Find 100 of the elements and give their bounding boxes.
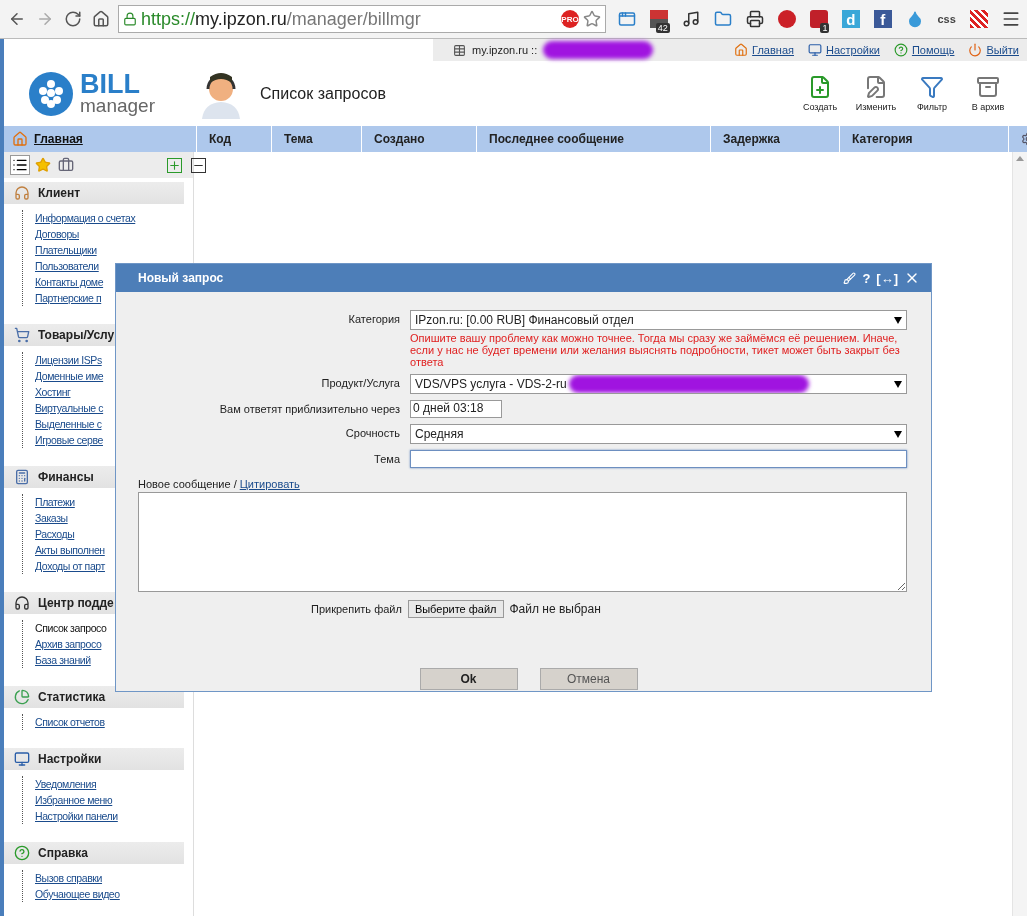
forward-arrow-icon (36, 10, 54, 28)
reload-icon (64, 10, 82, 28)
section-title: Центр подде (38, 596, 114, 610)
select-field[interactable]: VDS/VPS услуга - VDS-2-ru (410, 374, 907, 394)
folder-icon (714, 10, 733, 28)
cart-icon (14, 327, 30, 343)
toolbar-button[interactable]: Создать (795, 75, 845, 112)
menu-link[interactable]: Уведомления (23, 776, 193, 792)
home-icon (734, 43, 749, 57)
plus-icon (167, 157, 182, 173)
field-label: Категория (347, 312, 401, 327)
file-pen-icon (864, 75, 888, 99)
section-header[interactable]: Клиент (4, 182, 184, 204)
file-plus-icon (808, 75, 832, 99)
menu-link[interactable]: Договоры (23, 226, 193, 242)
column-header[interactable]: Создано (362, 126, 477, 152)
dropdown-caret-icon (894, 316, 902, 324)
address-bar[interactable]: https://my.ipzon.ru/manager/billmgr PRO (118, 5, 606, 33)
collapse-all-button[interactable] (191, 157, 206, 173)
dropdown-caret-icon (894, 380, 902, 388)
column-header[interactable]: Код (197, 126, 272, 152)
toolbar-button[interactable]: Фильтр (907, 75, 957, 112)
section-title: Настройки (38, 752, 102, 766)
letter-icon: f (873, 10, 892, 28)
power-icon (968, 43, 983, 57)
headset-icon (14, 595, 30, 611)
help-button[interactable]: ? (859, 270, 874, 286)
logo-text: BILL (80, 71, 141, 98)
minus-icon (191, 157, 206, 173)
briefcase-icon (58, 157, 74, 173)
section-title: Статистика (38, 690, 106, 704)
list-icon (12, 157, 28, 173)
attach-label: Прикрепить файл (311, 603, 402, 615)
top-link[interactable]: Главная (734, 43, 794, 57)
menu-link[interactable]: Плательщики (23, 242, 193, 258)
column-header[interactable]: Категория (840, 126, 1009, 152)
music-note-icon (682, 10, 701, 28)
top-link[interactable]: Помощь (893, 43, 955, 57)
subject-input[interactable] (410, 450, 907, 468)
menu-link[interactable]: Настройки панели (23, 808, 193, 824)
extension-button[interactable]: 42 (648, 5, 670, 33)
column-header[interactable]: Тема (272, 126, 362, 152)
file-status: Файл не выбран (509, 602, 601, 616)
section-title: Клиент (38, 186, 81, 200)
toolbar-button[interactable]: В архив (963, 75, 1013, 112)
menu-link[interactable]: Обучающее видео (23, 886, 193, 902)
printer-icon (746, 10, 765, 28)
home-icon (12, 131, 28, 147)
scrollbar[interactable] (1012, 152, 1027, 916)
dialog-title: Новый запрос (138, 271, 224, 285)
help-icon (893, 43, 908, 57)
field-label: Срочность (344, 426, 401, 441)
pie-chart-icon (14, 689, 30, 705)
response-time-field: 0 дней 03:18 (410, 400, 502, 418)
extension-button[interactable]: 1 (808, 5, 830, 33)
logo-icon (28, 70, 74, 117)
monitor-icon (808, 43, 822, 57)
column-header[interactable]: Задержка (711, 126, 840, 152)
stripes-icon (969, 10, 988, 28)
menu-link[interactable]: Вызов справки (23, 870, 193, 886)
dropdown-caret-icon (894, 430, 902, 438)
column-header[interactable]: Последнее сообщение (477, 126, 711, 152)
field-label: Вам ответят приблизительно через (218, 402, 401, 417)
menu-link[interactable]: Избранное меню (23, 792, 193, 808)
ok-button[interactable]: Ok (419, 668, 518, 690)
bookmark-star-icon[interactable] (583, 10, 601, 28)
expand-button[interactable]: [↔] (873, 270, 901, 286)
count-badge: 42 (655, 23, 670, 33)
scroll-up-icon (1016, 156, 1024, 161)
select-field[interactable]: Средняя (410, 424, 907, 444)
section-header[interactable]: Статистика (4, 686, 184, 708)
page-title: Список запросов (260, 84, 386, 103)
section-header[interactable]: Настройки (4, 748, 184, 770)
top-link[interactable]: Настройки (808, 43, 880, 57)
filter-icon (920, 75, 944, 99)
site-name: my.ipzon.ru :: (472, 44, 538, 56)
help-icon (14, 845, 30, 861)
quote-link[interactable]: Цитировать (239, 478, 300, 490)
top-link[interactable]: Выйти (968, 43, 1019, 57)
cancel-button[interactable]: Отмена (539, 668, 638, 690)
star-icon (35, 157, 51, 173)
brush-icon (843, 271, 857, 285)
letter-icon: d (841, 10, 860, 28)
extension-button[interactable]: css (936, 5, 958, 33)
section-title: Справка (38, 846, 88, 860)
menu-link[interactable]: Информация о счетах (23, 210, 193, 226)
expand-all-button[interactable] (167, 157, 182, 173)
extension-button[interactable]: f (872, 5, 894, 33)
choose-file-button[interactable]: Выберите файл (407, 600, 504, 618)
monitor-icon (14, 751, 30, 767)
window-icon (618, 10, 637, 28)
archive-icon (976, 75, 1000, 99)
section-header[interactable]: Справка (4, 842, 184, 864)
select-field[interactable]: IPzon.ru: [0.00 RUB] Финансовый отдел (410, 310, 907, 330)
menu-link[interactable]: Список отчетов (23, 714, 193, 730)
toolbar-button[interactable]: Изменить (851, 75, 901, 112)
pro-badge[interactable]: PRO (561, 10, 579, 28)
message-textarea[interactable] (138, 492, 907, 592)
count-badge: 1 (820, 23, 830, 33)
view-button[interactable] (10, 155, 30, 175)
